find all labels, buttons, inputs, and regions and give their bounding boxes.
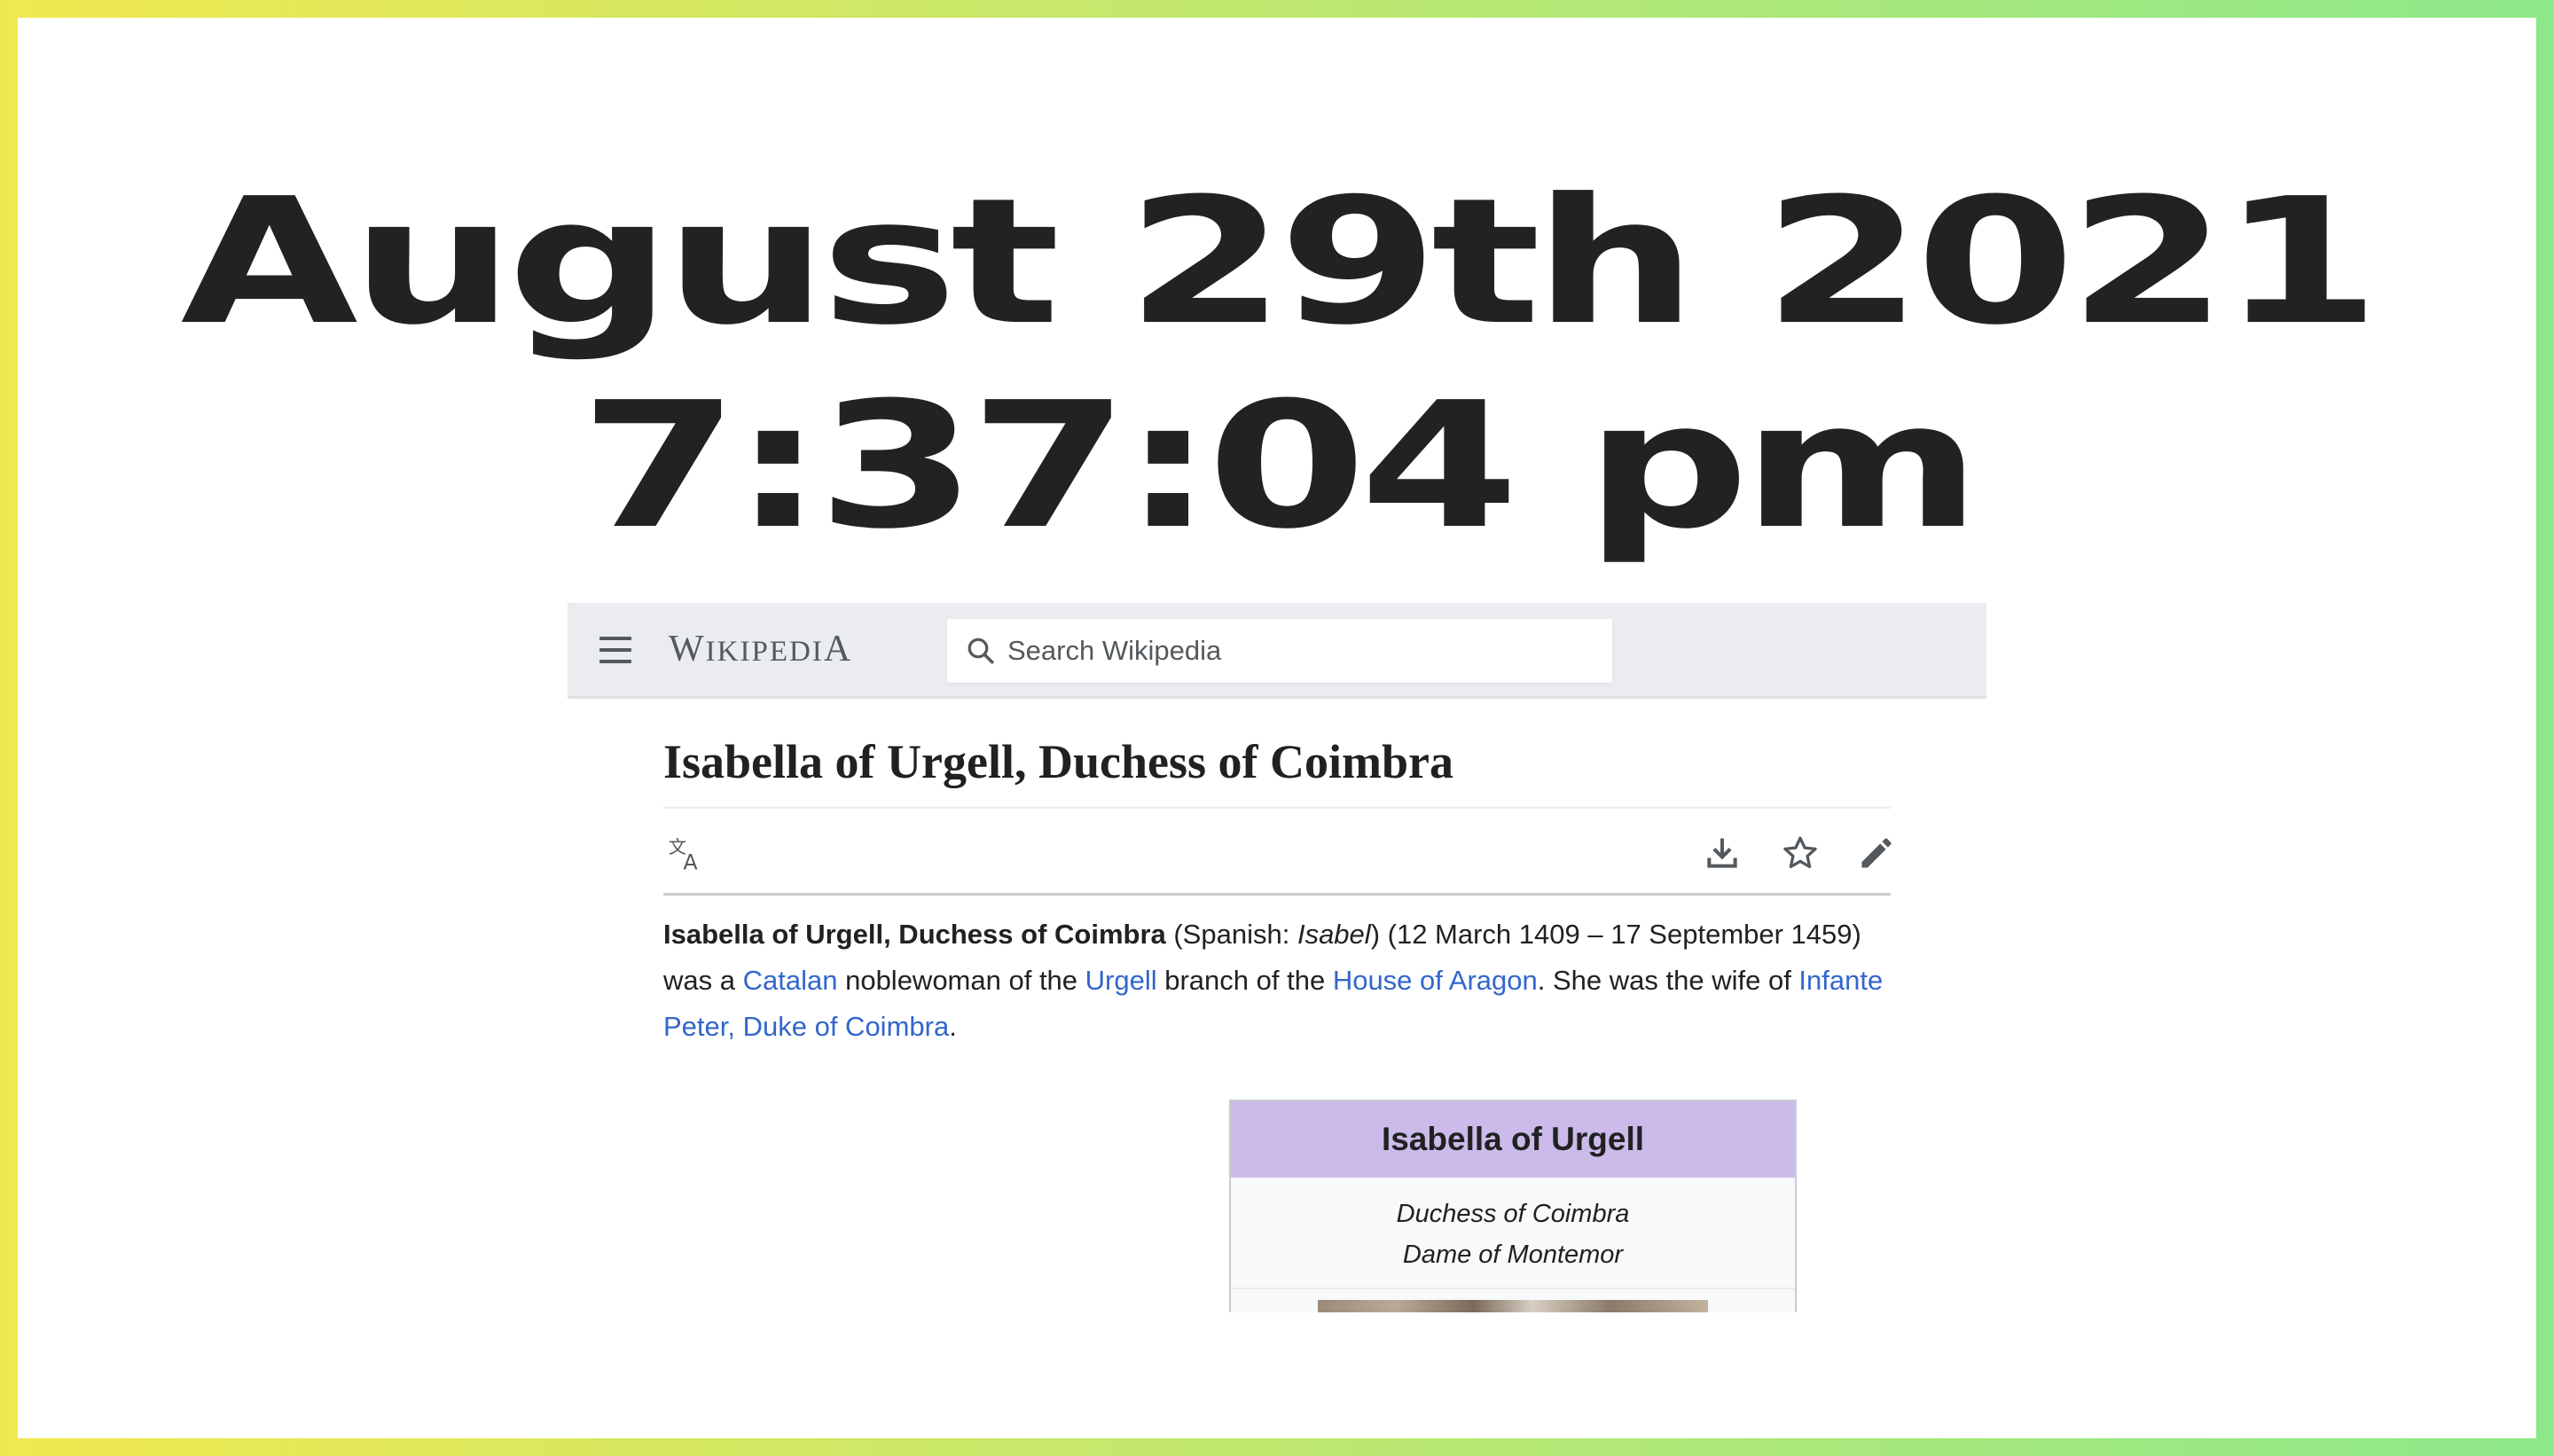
lead-paragraph: Isabella of Urgell, Duchess of Coimbra (… [663,919,1884,1042]
infobox-title: Isabella of Urgell [1231,1101,1795,1178]
svg-text:A: A [683,849,698,873]
download-icon[interactable] [1703,834,1742,873]
wiki-header: WIKIPEDIA Search Wikipedia [568,603,1986,699]
infobox-subtitle-dame: Dame of Montemor [1402,1241,1624,1269]
infobox-subtitles: Duchess of Coimbra Dame of Montemor [1231,1178,1795,1289]
infobox-image[interactable] [1318,1300,1708,1312]
search-icon [968,638,994,664]
wikipedia-page: WIKIPEDIA Search Wikipedia Isabella of U… [568,603,1986,1312]
lead-subject: Isabella of Urgell, Duchess of Coimbra [663,919,1166,950]
infobox: Isabella of Urgell Duchess of Coimbra Da… [1229,1100,1797,1312]
search-input[interactable]: Search Wikipedia [947,619,1612,683]
link-house-of-aragon[interactable]: House of Aragon [1333,965,1538,996]
language-icon[interactable]: 文 A [667,834,706,873]
link-catalan[interactable]: Catalan [743,965,838,996]
wikipedia-wordmark[interactable]: WIKIPEDIA [669,628,852,670]
page-actions-bar: 文 A [663,809,1892,896]
page-title: Isabella of Urgell, Duchess of Coimbra [663,734,1891,809]
search-placeholder: Search Wikipedia [1007,635,1222,666]
spanish-name: Isabel [1297,919,1371,950]
menu-icon[interactable] [599,637,631,665]
clock-date: August 29th 2021 [180,161,2381,364]
infobox-subtitle-duchess: Duchess of Coimbra [1396,1200,1630,1228]
clock-time: 7:37:04 pm [579,365,1982,568]
article-content: Isabella of Urgell, Duchess of Coimbra 文… [663,734,1892,1050]
star-icon[interactable] [1781,834,1820,873]
link-urgell[interactable]: Urgell [1085,965,1157,996]
edit-icon[interactable] [1857,834,1896,873]
